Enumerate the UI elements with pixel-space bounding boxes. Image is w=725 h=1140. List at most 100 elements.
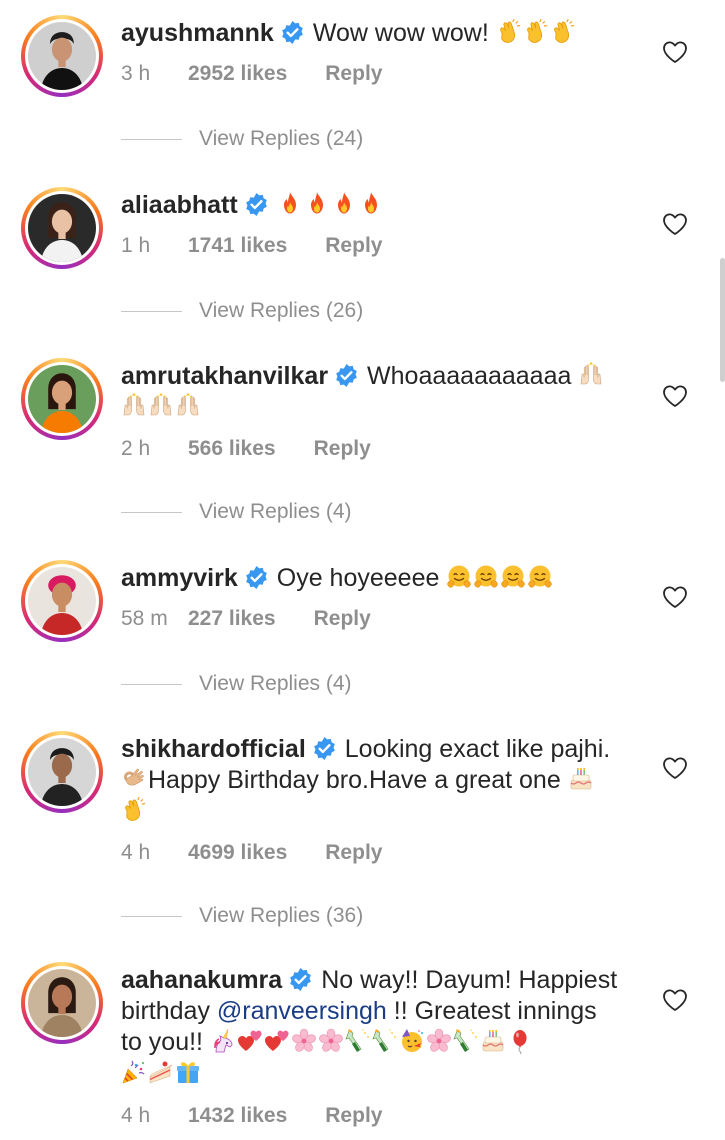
comment-line-text: Looking exact like pajhi. [344, 735, 611, 763]
cherry-blossom-emoji-icon [291, 1028, 317, 1054]
raised-hands-emoji-icon [175, 393, 201, 419]
avatar-story-ring[interactable] [21, 962, 103, 1044]
view-replies-button[interactable]: View Replies (4) [121, 500, 352, 524]
view-replies-label: View Replies (4) [199, 500, 352, 523]
verified-badge-icon [288, 967, 313, 992]
view-replies-button[interactable]: View Replies (4) [121, 672, 352, 696]
comment-line-text: !! Greatest innings [386, 997, 597, 1025]
hugging-emoji-icon [446, 564, 472, 590]
replies-divider [121, 310, 182, 312]
heart-outline-icon[interactable] [662, 988, 688, 1012]
likes-count[interactable]: 4699 likes [188, 841, 287, 865]
reply-button[interactable]: Reply [314, 607, 371, 631]
comment-body: shikhardofficial Looking exact like pajhi… [121, 734, 646, 827]
comment-text: ayushmannk Wow wow wow! [121, 18, 646, 49]
replies-divider [121, 683, 182, 685]
likes-count[interactable]: 1432 likes [188, 1104, 287, 1128]
avatar[interactable] [28, 567, 96, 635]
fire-emoji-icon [331, 191, 357, 217]
mention-link[interactable]: @ranveersingh [217, 997, 387, 1025]
comment-line-text: birthday [121, 997, 217, 1025]
two-hearts-emoji-icon [237, 1028, 263, 1054]
verified-badge-icon [312, 736, 337, 761]
username-link[interactable]: ammyvirk [121, 564, 238, 592]
avatar-story-ring[interactable] [21, 731, 103, 813]
party-face-emoji-icon [399, 1028, 425, 1054]
likes-count[interactable]: 2952 likes [188, 62, 287, 86]
replies-divider [121, 138, 182, 140]
comment-line-text: to you!! [121, 1028, 203, 1056]
avatar[interactable] [28, 22, 96, 90]
party-popper-emoji-icon [121, 1059, 147, 1085]
reply-button[interactable]: Reply [325, 234, 382, 258]
replies-divider [121, 915, 182, 917]
heart-outline-icon[interactable] [662, 40, 688, 64]
username-link[interactable]: shikhardofficial [121, 735, 306, 763]
comment-text: aliaabhatt [121, 190, 646, 221]
reply-button[interactable]: Reply [325, 841, 382, 865]
view-replies-button[interactable]: View Replies (26) [121, 299, 363, 323]
fire-emoji-icon [358, 191, 384, 217]
hugging-emoji-icon [527, 564, 553, 590]
heart-outline-icon[interactable] [662, 585, 688, 609]
view-replies-label: View Replies (26) [199, 299, 364, 322]
cherry-blossom-emoji-icon [426, 1028, 452, 1054]
fire-emoji-icon [277, 191, 303, 217]
username-link[interactable]: aahanakumra [121, 966, 282, 994]
champagne-emoji-icon [453, 1028, 479, 1054]
avatar-story-ring[interactable] [21, 15, 103, 97]
comment-meta: 1 h 1741 likes Reply [121, 234, 382, 258]
champagne-emoji-icon [372, 1028, 398, 1054]
comment-text: aahanakumra No way!! Dayum! Happiest birt… [121, 965, 646, 1089]
clap-emoji-icon [496, 19, 522, 45]
avatar-story-ring[interactable] [21, 187, 103, 269]
heart-outline-icon[interactable] [662, 756, 688, 780]
avatar[interactable] [28, 365, 96, 433]
replies-divider [121, 511, 182, 513]
view-replies-label: View Replies (36) [199, 904, 364, 927]
balloon-emoji-icon [507, 1028, 533, 1054]
timestamp: 58 m [121, 607, 168, 630]
view-replies-button[interactable]: View Replies (36) [121, 904, 363, 928]
scrollbar[interactable] [720, 258, 725, 382]
likes-count[interactable]: 227 likes [188, 607, 276, 631]
comment-meta: 4 h 4699 likes Reply [121, 841, 382, 865]
comment-body: ammyvirk Oye hoyeeeee [121, 563, 646, 594]
heart-outline-icon[interactable] [662, 212, 688, 236]
heart-outline-icon[interactable] [662, 384, 688, 408]
avatar[interactable] [28, 194, 96, 262]
comment-body: aahanakumra No way!! Dayum! Happiest birt… [121, 965, 646, 1089]
ok-hand-emoji-icon [121, 766, 147, 792]
fire-emoji-icon [304, 191, 330, 217]
comment-line-text: Happy Birthday bro.Have a great one [148, 766, 561, 794]
clap-emoji-icon [523, 19, 549, 45]
comment-line-text: Whoaaaaaaaaaaa [367, 362, 572, 390]
username-link[interactable]: ayushmannk [121, 19, 274, 47]
timestamp: 4 h [121, 1104, 151, 1127]
avatar[interactable] [28, 969, 96, 1037]
avatar-story-ring[interactable] [21, 560, 103, 642]
likes-count[interactable]: 566 likes [188, 437, 276, 461]
username-link[interactable]: aliaabhatt [121, 191, 238, 219]
view-replies-button[interactable]: View Replies (24) [121, 127, 363, 151]
gift-emoji-icon [175, 1059, 201, 1085]
comment-text: ammyvirk Oye hoyeeeee [121, 563, 646, 594]
raised-hands-emoji-icon [578, 362, 604, 388]
timestamp: 3 h [121, 62, 151, 85]
reply-button[interactable]: Reply [325, 1104, 382, 1128]
comment-meta: 4 h 1432 likes Reply [121, 1104, 382, 1128]
raised-hands-emoji-icon [148, 393, 174, 419]
timestamp: 4 h [121, 841, 151, 864]
verified-badge-icon [244, 192, 269, 217]
comment-meta: 2 h 566 likes Reply [121, 437, 371, 461]
birthday-cake-emoji-icon [568, 766, 594, 792]
likes-count[interactable]: 1741 likes [188, 234, 287, 258]
username-link[interactable]: amrutakhanvilkar [121, 362, 328, 390]
reply-button[interactable]: Reply [314, 437, 371, 461]
comment-body: amrutakhanvilkar Whoaaaaaaaaaaa [121, 361, 646, 423]
raised-hands-emoji-icon [121, 393, 147, 419]
verified-badge-icon [244, 565, 269, 590]
avatar[interactable] [28, 738, 96, 806]
reply-button[interactable]: Reply [325, 62, 382, 86]
avatar-story-ring[interactable] [21, 358, 103, 440]
